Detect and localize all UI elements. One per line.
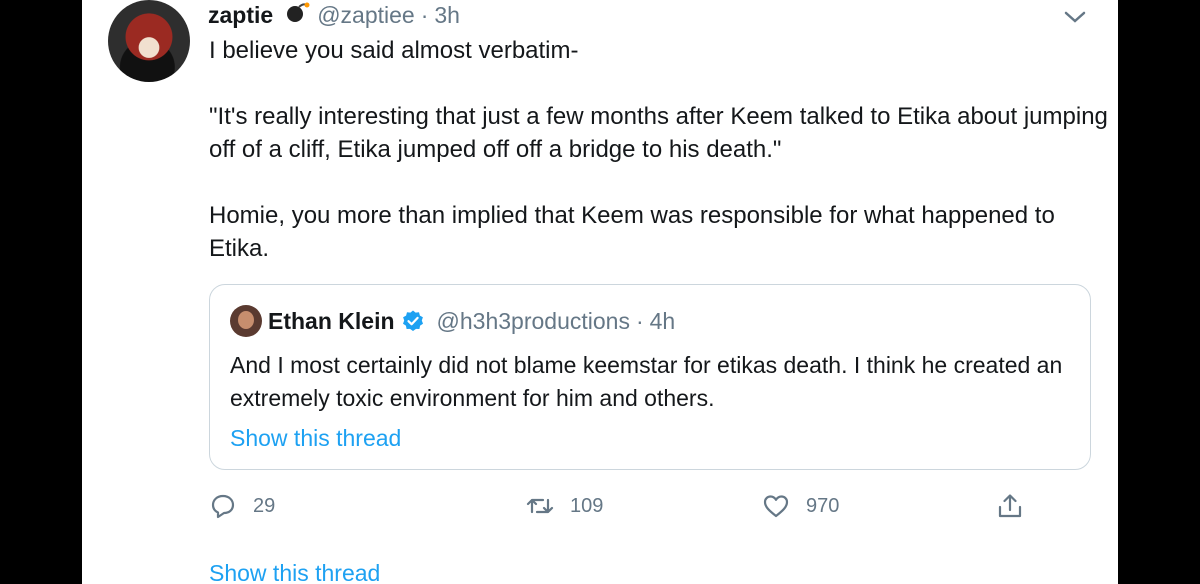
reply-count: 29: [253, 494, 276, 517]
quoted-tweet-time: 4h: [649, 308, 676, 334]
like-button[interactable]: 970: [762, 492, 839, 520]
quoted-tweet-text: And I most certainly did not blame keems…: [230, 352, 1063, 411]
verified-badge-icon: [402, 310, 423, 331]
show-thread-link[interactable]: Show this thread: [209, 560, 380, 584]
share-button[interactable]: [996, 492, 1024, 520]
tweet-header: zaptie @zaptiee · 3h: [208, 1, 460, 29]
reply-button[interactable]: 29: [209, 492, 275, 520]
retweet-button[interactable]: 109: [526, 492, 603, 520]
share-icon: [998, 494, 1022, 518]
user-handle[interactable]: @zaptiee: [317, 1, 415, 29]
quoted-user-name: Ethan Klein: [268, 308, 395, 334]
tweet-text: I believe you said almost verbatim- "It'…: [209, 37, 1108, 262]
quoted-show-thread-link[interactable]: Show this thread: [230, 425, 401, 452]
quoted-user-handle: @h3h3productions: [436, 308, 630, 334]
bomb-emoji-icon: [287, 2, 310, 22]
tweet-card: zaptie @zaptiee · 3h I believe you said …: [82, 0, 1118, 584]
quoted-tweet-header: Ethan Klein @h3h3productions · 4h: [230, 305, 675, 337]
reply-icon: [211, 494, 235, 519]
separator-dot: ·: [420, 2, 429, 28]
retweet-icon: [526, 498, 554, 514]
heart-icon: [763, 495, 789, 518]
retweet-count: 109: [570, 494, 604, 517]
chevron-down-icon[interactable]: [1062, 8, 1088, 26]
tweet-time[interactable]: 3h: [434, 1, 460, 29]
user-avatar[interactable]: [108, 0, 190, 82]
tweet-actions: 29 109 970: [209, 492, 1049, 528]
quoted-separator-dot: ·: [635, 308, 644, 334]
quoted-user-avatar: [230, 305, 262, 337]
user-name[interactable]: zaptie: [208, 1, 273, 29]
like-count: 970: [806, 494, 840, 517]
quoted-tweet[interactable]: Ethan Klein @h3h3productions · 4h And I …: [209, 284, 1091, 470]
